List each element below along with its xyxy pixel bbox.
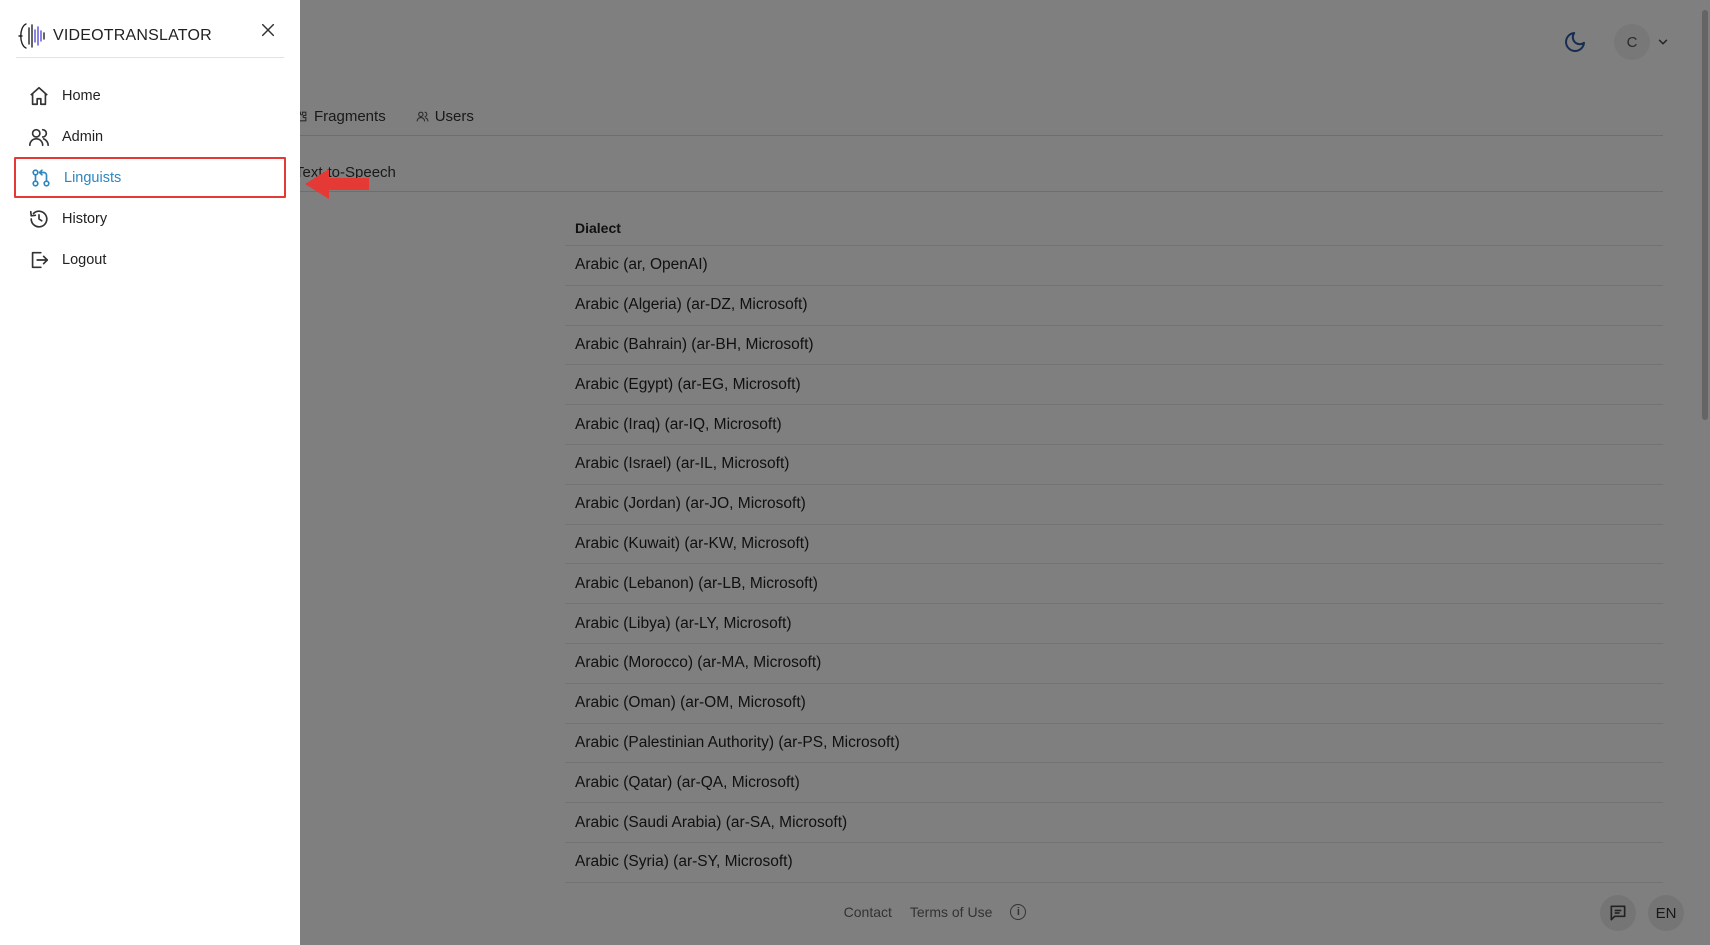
- brand-name: VIDEOTRANSLATOR: [53, 26, 212, 44]
- pointer-arrow-icon: [305, 169, 369, 199]
- nav-item-linguists[interactable]: Linguists: [14, 157, 286, 198]
- drawer-header: VIDEOTRANSLATOR: [16, 14, 284, 58]
- linguists-icon: [32, 168, 50, 187]
- nav-item-label: History: [62, 210, 108, 227]
- nav-item-label: Home: [62, 87, 101, 104]
- nav-item-label: Logout: [62, 251, 107, 268]
- nav-item-admin[interactable]: Admin: [14, 116, 286, 157]
- nav-item-home[interactable]: Home: [14, 75, 286, 116]
- history-icon: [29, 209, 48, 228]
- brand-logo[interactable]: VIDEOTRANSLATOR: [16, 21, 212, 51]
- logout-icon: [31, 251, 49, 268]
- nav-item-logout[interactable]: Logout: [14, 239, 286, 280]
- nav-item-history[interactable]: History: [14, 198, 286, 239]
- drawer-nav: Home Admin Linguists History Logout: [14, 75, 286, 280]
- users-icon: [29, 128, 49, 146]
- nav-item-label: Linguists: [64, 169, 122, 186]
- close-drawer-button[interactable]: [254, 16, 282, 44]
- nav-item-label: Admin: [62, 128, 104, 145]
- app-root: C Fragments Users Text-to-Speech Dialect…: [0, 0, 1710, 945]
- nav-drawer: VIDEOTRANSLATOR Home Admin Linguists His…: [0, 0, 300, 945]
- logo-icon: [18, 22, 45, 49]
- home-icon: [30, 86, 48, 105]
- close-icon: [261, 23, 275, 37]
